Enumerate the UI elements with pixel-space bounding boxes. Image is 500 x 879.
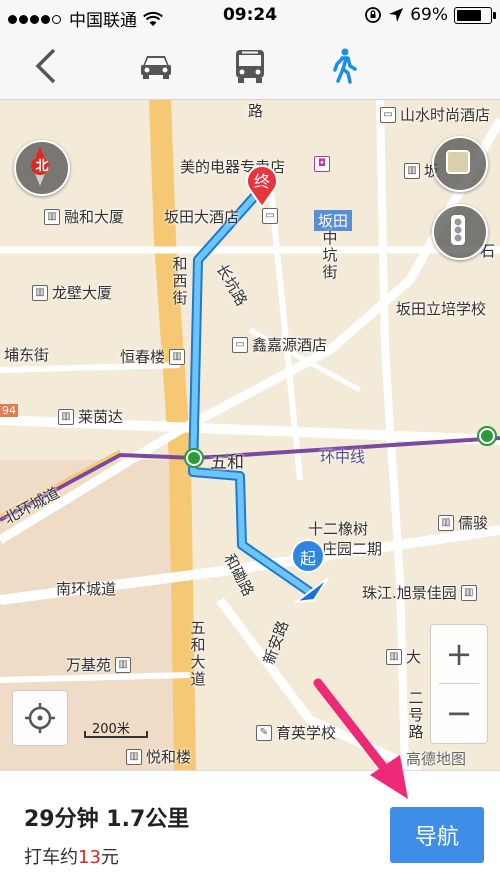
zoom-out-button[interactable]: − [431,685,487,743]
road-label-zhongkeng: 中坑街 [322,229,338,281]
route-duration-distance: 29分钟 1.7公里 [24,807,190,832]
compass-label: 北 [35,159,49,174]
poi-xinjiayuan-hotel[interactable]: ▭ 鑫嘉源酒店 [232,334,327,355]
zoom-in-button[interactable]: + [431,625,487,683]
poi-laiyinda[interactable]: ▥ 莱茵达 [58,406,123,427]
route-summary-panel: 29分钟 1.7公里 打车约13元 导航 [0,770,500,879]
building-icon: ▥ [438,514,454,531]
chevron-left-icon [35,48,56,84]
bus-icon [236,50,264,83]
road-label-nanhuan: 南环城道 [56,580,117,598]
heading-arrow-icon [294,577,329,604]
building-icon: ▥ [58,408,74,425]
traffic-light-icon [451,215,465,245]
building-icon: ▥ [169,348,186,365]
poi-bantian-hotel[interactable]: 坂田大酒店 [164,206,239,227]
building-icon: ▥ [386,648,402,665]
poi-hengchun-building[interactable]: 恒春楼 ▥ [120,346,186,367]
metro-station-wuhe[interactable]: 五和 [210,448,244,473]
start-marker-label: 起 [299,549,316,568]
scale-bar: 200米 [84,718,148,740]
compass-button[interactable]: 北 [14,140,70,196]
taxi-estimate: 打车约13元 [24,847,119,868]
poi-da[interactable]: ▥ 大 [386,646,421,667]
hotel-icon: ▭ [232,336,248,353]
layers-button[interactable] [432,136,488,192]
road-label-wuhedadao: 五和大道 [190,619,206,688]
poi-rujun[interactable]: ▥ 儒骏 [438,512,488,533]
back-button[interactable] [24,44,68,88]
building-icon: ▥ [460,584,477,601]
zoom-controls: + − [430,624,488,744]
map-label-road: 路 [248,102,264,120]
satellite-map-icon [446,150,470,174]
poi-wanjiyuan[interactable]: 万基苑 ▥ [66,654,132,675]
poi-shanshui-hotel[interactable]: ▭ 山水时尚酒店 [380,104,490,125]
start-navigation-button[interactable]: 导航 [390,807,484,863]
metro-line-huanzhong: 环中线 [320,448,366,466]
traffic-button[interactable] [432,204,488,260]
poi-bantian-school[interactable]: 坂田立培学校 [396,298,486,319]
map-view[interactable]: 路 ▭ 山水时尚酒店 美的电器专卖店 ▥ 融和大厦 坂田大酒店 坂田 ▥ 坂 石… [0,100,500,770]
end-marker[interactable]: 终 [244,162,280,208]
hotel-icon: ▭ [262,208,278,224]
hotel-icon: ▭ [380,106,396,123]
start-marker[interactable]: 起 [290,538,326,574]
location-arrow-icon [389,8,404,22]
road-label-pudong: 埔东街 [4,346,50,364]
navigation-bar [0,32,500,100]
annotation-arrow-icon [313,678,408,799]
walk-mode-button[interactable] [322,44,366,88]
highway-badge-94: 94 [0,404,18,417]
walk-icon [333,48,357,84]
shopping-bag-icon: ◘ [314,156,330,172]
car-icon [141,56,171,79]
rotation-lock-icon [365,7,382,23]
building-icon: ▥ [32,284,48,301]
taxi-price: 13 [78,847,101,868]
road-label-hexi: 和西街 [172,255,188,307]
bus-mode-button[interactable] [228,44,272,88]
building-icon: ▥ [44,208,60,225]
crosshair-icon [25,703,55,733]
poi-yuehe-building[interactable]: ▥ 悦和楼 [126,746,191,767]
poi-shierxiangshu[interactable]: 十二橡树 [308,518,368,539]
hotel-icon-bantian: ▭ [262,208,278,224]
locate-me-button[interactable] [12,690,68,746]
poi-huayuan-2[interactable]: 庄园二期 [322,538,382,559]
poi-zhujiang-xujing[interactable]: 珠江.旭景佳园 ▥ [362,582,477,603]
school-icon: ✎ [256,724,272,741]
status-bar: 中国联通 09:24 69% [0,0,500,32]
building-icon: ▥ [404,162,420,179]
battery-icon [454,6,496,24]
battery-percent: 69% [410,5,448,25]
end-marker-label: 终 [253,172,270,191]
shopping-bag-poi: ◘ [314,156,330,172]
drive-mode-button[interactable] [134,44,178,88]
building-icon: ▥ [115,656,132,673]
building-icon: ▥ [126,748,142,765]
poi-longbi-building[interactable]: ▥ 龙壁大厦 [32,282,112,303]
district-label-bantian: 坂田 [314,210,353,231]
poi-ronghe-building[interactable]: ▥ 融和大厦 [44,206,124,227]
